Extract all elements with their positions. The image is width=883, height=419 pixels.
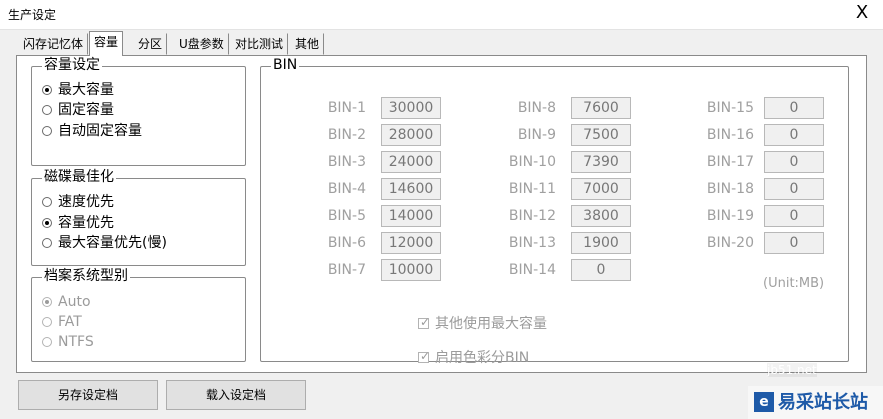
bin-group: BIN BIN-1 30000 BIN-2 28000 BIN-3 24000 …	[260, 57, 849, 366]
bin-7-label: BIN-7	[327, 262, 366, 278]
brand-logo: e	[754, 392, 774, 412]
load-config-button[interactable]: 载入设定档	[166, 380, 306, 410]
window-title: 生产设定	[8, 8, 57, 22]
radio-icon	[42, 218, 52, 228]
radio-fat[interactable]: FAT	[42, 313, 82, 331]
bin-11-label: BIN-11	[508, 181, 556, 197]
bin-20-input[interactable]: 0	[764, 232, 824, 254]
radio-auto-fixed-capacity[interactable]: 自动固定容量	[42, 122, 142, 140]
bin-13-input[interactable]: 1900	[571, 232, 631, 254]
radio-icon	[42, 197, 52, 207]
bin-2-input[interactable]: 28000	[381, 124, 441, 146]
tab-usb-params[interactable]: U盘参数	[174, 33, 229, 55]
bin-9-input[interactable]: 7500	[571, 124, 631, 146]
tab-other[interactable]: 其他	[290, 33, 325, 55]
radio-capacity-priority[interactable]: 容量优先	[42, 214, 114, 232]
tab-flash-memory[interactable]: 闪存记忆体	[18, 33, 89, 55]
bin-5-label: BIN-5	[327, 208, 366, 224]
bin-7-input[interactable]: 10000	[381, 259, 441, 281]
close-icon[interactable]: X	[853, 4, 871, 22]
watermark-brand-box: e 易采站长站	[748, 386, 883, 419]
bin-8-label: BIN-8	[517, 100, 556, 116]
radio-ntfs[interactable]: NTFS	[42, 333, 94, 351]
bin-10-label: BIN-10	[508, 154, 556, 170]
bin-8-input[interactable]: 7600	[571, 97, 631, 119]
bin-3-input[interactable]: 24000	[381, 151, 441, 173]
bin-6-label: BIN-6	[327, 235, 366, 251]
save-config-button[interactable]: 另存设定档	[18, 380, 158, 410]
bin-2-label: BIN-2	[327, 127, 366, 143]
bin-3-label: BIN-3	[327, 154, 366, 170]
checkbox-icon	[418, 315, 430, 329]
bin-19-input[interactable]: 0	[764, 205, 824, 227]
unit-label: (Unit:MB)	[763, 276, 825, 291]
bin-20-label: BIN-20	[706, 235, 754, 251]
bin-1-label: BIN-1	[327, 100, 366, 116]
disk-optimization-group: 磁碟最佳化 速度优先 容量优先 最大容量优先(慢)	[31, 169, 246, 266]
bin-12-input[interactable]: 3800	[571, 205, 631, 227]
tab-compare-test[interactable]: 对比测试	[230, 33, 289, 55]
bin-10-input[interactable]: 7390	[571, 151, 631, 173]
radio-speed-priority[interactable]: 速度优先	[42, 193, 114, 211]
checkbox-color-bin[interactable]: 启用色彩分BIN	[418, 347, 529, 367]
bin-4-input[interactable]: 14600	[381, 178, 441, 200]
checkbox-icon	[418, 349, 430, 363]
radio-auto[interactable]: Auto	[42, 293, 91, 311]
bin-6-input[interactable]: 12000	[381, 232, 441, 254]
radio-icon	[42, 297, 52, 307]
capacity-settings-group: 容量设定 最大容量 固定容量 自动固定容量	[31, 57, 246, 166]
group-title: 档案系统型别	[42, 268, 130, 284]
radio-icon	[42, 105, 52, 115]
bin-14-label: BIN-14	[508, 262, 556, 278]
tab-partition[interactable]: 分区	[133, 33, 168, 55]
radio-icon	[42, 337, 52, 347]
bin-16-input[interactable]: 0	[764, 124, 824, 146]
bin-15-label: BIN-15	[706, 100, 754, 116]
radio-max-capacity[interactable]: 最大容量	[42, 81, 114, 99]
bin-13-label: BIN-13	[508, 235, 556, 251]
bin-17-input[interactable]: 0	[764, 151, 824, 173]
tab-panel-capacity: 容量设定 最大容量 固定容量 自动固定容量 磁碟最佳化 速度优先 容量优先 最大…	[16, 55, 867, 373]
bin-4-label: BIN-4	[327, 181, 366, 197]
group-title: BIN	[271, 57, 300, 73]
group-title: 容量设定	[42, 57, 102, 73]
group-title: 磁碟最佳化	[42, 169, 116, 185]
file-system-group: 档案系统型别 Auto FAT NTFS	[31, 268, 246, 362]
bin-18-input[interactable]: 0	[764, 178, 824, 200]
bin-5-input[interactable]: 14000	[381, 205, 441, 227]
watermark-brand: 易采站长站	[778, 392, 868, 413]
radio-icon	[42, 238, 52, 248]
bin-11-input[interactable]: 7000	[571, 178, 631, 200]
bin-1-input[interactable]: 30000	[381, 97, 441, 119]
radio-icon	[42, 85, 52, 95]
bin-9-label: BIN-9	[517, 127, 556, 143]
bin-15-input[interactable]: 0	[764, 97, 824, 119]
radio-icon	[42, 126, 52, 136]
radio-fixed-capacity[interactable]: 固定容量	[42, 101, 114, 119]
bin-16-label: BIN-16	[706, 127, 754, 143]
checkbox-other-max-capacity[interactable]: 其他使用最大容量	[418, 313, 547, 333]
bin-14-input[interactable]: 0	[571, 259, 631, 281]
bin-12-label: BIN-12	[508, 208, 556, 224]
bin-19-label: BIN-19	[706, 208, 754, 224]
tab-capacity[interactable]: 容量	[89, 31, 124, 56]
bin-17-label: BIN-17	[706, 154, 754, 170]
watermark-site: jb51.net	[767, 363, 817, 377]
bin-18-label: BIN-18	[706, 181, 754, 197]
title-bar: 生产设定 X	[0, 0, 883, 30]
radio-icon	[42, 317, 52, 327]
radio-max-capacity-priority[interactable]: 最大容量优先(慢)	[42, 234, 167, 252]
